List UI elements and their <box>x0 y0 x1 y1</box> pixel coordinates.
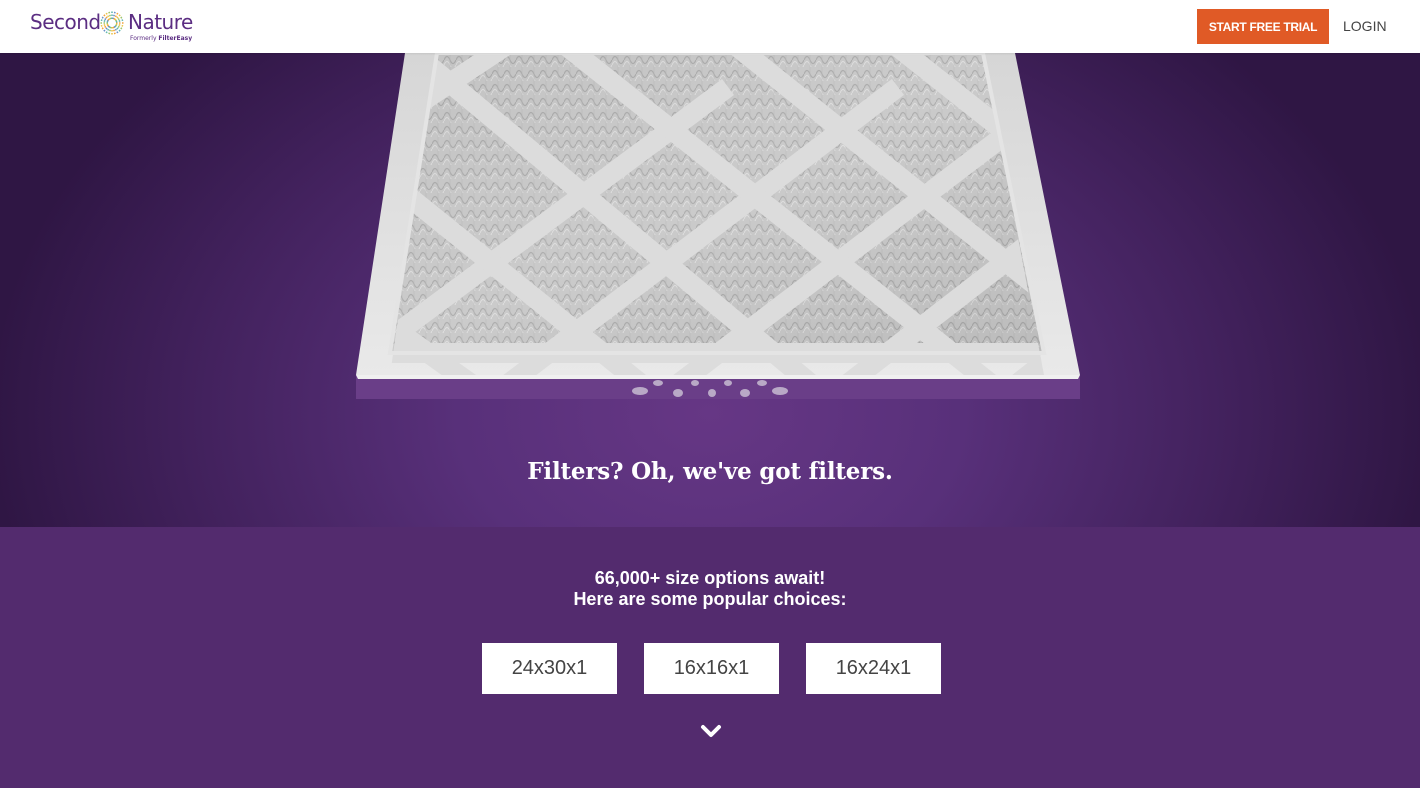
size-options-headline: 66,000+ size options await! <box>594 568 826 588</box>
logo-link[interactable]: Second Nature Formerly FilterEasy <box>30 8 200 46</box>
logo-tagline-brand: FilterEasy <box>158 35 193 42</box>
hero-section: Filters? Oh, we've got filters. <box>0 53 1420 527</box>
logo-word-nature: Nature <box>128 10 193 34</box>
logo-tagline-prefix: Formerly <box>130 35 159 42</box>
size-options-section: 66,000+ size options await! Here are som… <box>0 527 1420 788</box>
site-header: Second Nature Formerly FilterEasy START … <box>0 0 1420 53</box>
size-options-subheadline: Here are some popular choices: <box>573 589 847 609</box>
size-option-24x30x1[interactable]: 24x30x1 <box>482 643 617 694</box>
size-option-16x16x1[interactable]: 16x16x1 <box>644 643 779 694</box>
hero-title: Filters? Oh, we've got filters. <box>527 458 893 485</box>
air-filter-image <box>356 53 1080 399</box>
login-link[interactable]: LOGIN <box>1343 17 1387 35</box>
sunburst-icon <box>99 10 125 36</box>
size-option-16x24x1[interactable]: 16x24x1 <box>806 643 941 694</box>
start-free-trial-button[interactable]: START FREE TRIAL <box>1197 9 1329 44</box>
logo-word-second: Second <box>30 10 101 34</box>
logo-tagline: Formerly FilterEasy <box>130 35 192 42</box>
chevron-down-icon[interactable] <box>700 723 722 739</box>
